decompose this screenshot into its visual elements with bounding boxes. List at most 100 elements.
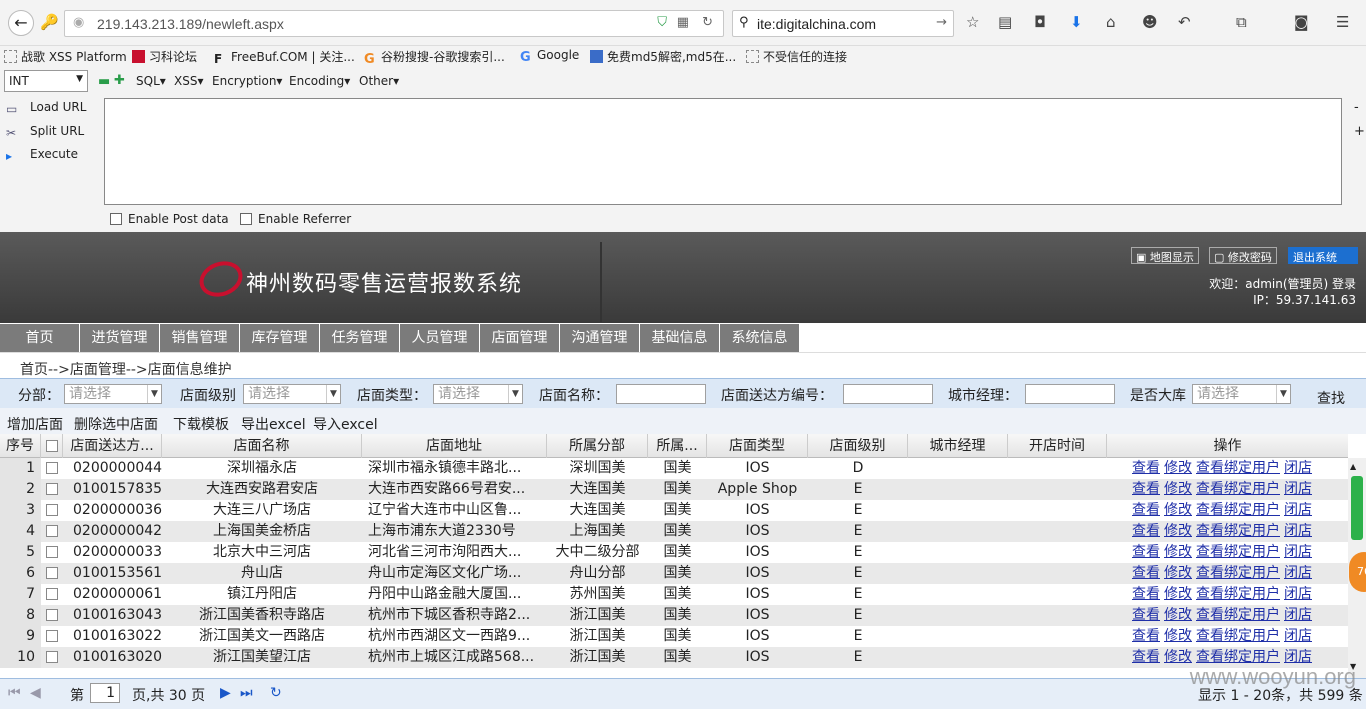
view-link[interactable]: 查看 — [1132, 502, 1160, 518]
col-header[interactable]: 所属分部 — [547, 434, 648, 458]
edit-link[interactable]: 修改 — [1164, 649, 1192, 665]
menu-communication[interactable]: 沟通管理 — [560, 324, 639, 352]
execute-button[interactable]: ▸ Execute — [0, 147, 100, 163]
search-box[interactable]: ⚲ ite:digitalchina.com → — [732, 10, 954, 37]
view-link[interactable]: 查看 — [1132, 628, 1160, 644]
view-link[interactable]: 查看 — [1132, 649, 1160, 665]
table-row[interactable]: 5 0200000033 北京大中三河店 河北省三河市泃阳西大... 大中二级分部 国美 I… — [0, 542, 1348, 563]
notification-badge[interactable]: 76 — [1349, 552, 1366, 592]
qr-icon[interactable]: ▦ — [677, 15, 689, 30]
row-checkbox[interactable] — [41, 521, 63, 542]
edit-link[interactable]: 修改 — [1164, 481, 1192, 497]
view-bound-users-link[interactable]: 查看绑定用户 — [1196, 565, 1280, 581]
menu-staff[interactable]: 人员管理 — [400, 324, 479, 352]
menu-task[interactable]: 任务管理 — [320, 324, 399, 352]
row-checkbox[interactable] — [41, 647, 63, 668]
table-row[interactable]: 9 0100163022 浙江国美文一西路店 杭州市西湖区文一西路9... 浙江国美 国美… — [0, 626, 1348, 647]
scroll-up-icon[interactable]: ▲ — [1350, 462, 1356, 471]
menu-system-info[interactable]: 系统信息 — [720, 324, 799, 352]
table-row[interactable]: 2 0100157835 大连西安路君安店 大连市西安路66号君安... 大连国美 国美 A… — [0, 479, 1348, 500]
row-checkbox[interactable] — [41, 563, 63, 584]
edit-link[interactable]: 修改 — [1164, 544, 1192, 560]
expand-icon[interactable]: + — [1354, 124, 1365, 139]
delete-store-button[interactable]: 删除选中店面 — [74, 414, 158, 434]
bookmark-item[interactable]: F FreeBuf.COM | 关注... — [214, 48, 355, 66]
sql-menu[interactable]: SQL▾ — [136, 74, 166, 88]
prev-page-icon[interactable]: ◀ — [30, 685, 41, 701]
view-bound-users-link[interactable]: 查看绑定用户 — [1196, 523, 1280, 539]
col-header[interactable]: 序号 — [0, 434, 41, 458]
col-header[interactable]: 店面名称 — [162, 434, 362, 458]
view-link[interactable]: 查看 — [1132, 460, 1160, 476]
crop-icon[interactable]: ⧉ — [1236, 13, 1247, 31]
manager-input[interactable] — [1025, 384, 1115, 404]
col-header[interactable]: 店面地址 — [362, 434, 547, 458]
back-button[interactable]: ← — [8, 10, 34, 36]
view-link[interactable]: 查看 — [1132, 481, 1160, 497]
pocket-icon[interactable]: ◘ — [1034, 13, 1046, 31]
undo-icon[interactable]: ↶ — [1178, 13, 1191, 31]
edit-link[interactable]: 修改 — [1164, 460, 1192, 476]
row-checkbox[interactable] — [41, 605, 63, 626]
identity-icon[interactable]: 🔑 — [40, 13, 59, 31]
bookmark-item[interactable]: 免费md5解密,md5在... — [590, 48, 736, 65]
download-icon[interactable]: ⬇ — [1070, 13, 1083, 31]
search-button[interactable]: 查找 — [1317, 388, 1345, 408]
scroll-thumb[interactable] — [1351, 476, 1363, 540]
bookmark-item[interactable]: 战歌 XSS Platform — [4, 48, 127, 65]
refresh-icon[interactable]: ↻ — [270, 685, 282, 701]
bookmark-star-icon[interactable]: ☆ — [966, 13, 979, 31]
col-header[interactable]: 开店时间 — [1008, 434, 1107, 458]
close-store-link[interactable]: 闭店 — [1284, 565, 1312, 581]
row-checkbox[interactable] — [41, 542, 63, 563]
enable-referrer-checkbox[interactable]: Enable Referrer — [240, 212, 351, 226]
plus-icon[interactable]: ✚ — [114, 73, 125, 88]
import-excel-button[interactable]: 导入excel — [313, 414, 378, 434]
download-template-button[interactable]: 下载模板 — [173, 414, 229, 434]
view-bound-users-link[interactable]: 查看绑定用户 — [1196, 628, 1280, 644]
table-row[interactable]: 7 0200000061 镇江丹阳店 丹阳中山路金融大厦国... 苏州国美 国美 IOS E 查… — [0, 584, 1348, 605]
type-select[interactable]: 请选择 ▼ — [433, 384, 523, 404]
name-input[interactable] — [616, 384, 706, 404]
table-row[interactable]: 10 0100163020 浙江国美望江店 杭州市上城区江成路568... 浙江国美 国美… — [0, 647, 1348, 668]
row-checkbox[interactable] — [41, 500, 63, 521]
bookmark-item[interactable]: 不受信任的连接 — [746, 48, 847, 65]
table-row[interactable]: 4 0200000042 上海国美金桥店 上海市浦东大道2330号 上海国美 国美 IOS E… — [0, 521, 1348, 542]
view-link[interactable]: 查看 — [1132, 523, 1160, 539]
map-button[interactable]: ▣ 地图显示 — [1131, 247, 1199, 264]
edit-link[interactable]: 修改 — [1164, 607, 1192, 623]
page-input[interactable]: 1 — [90, 683, 120, 703]
row-checkbox[interactable] — [41, 479, 63, 500]
row-checkbox[interactable] — [41, 626, 63, 647]
col-header[interactable]: 所属... — [648, 434, 707, 458]
menu-purchase[interactable]: 进货管理 — [80, 324, 159, 352]
view-bound-users-link[interactable]: 查看绑定用户 — [1196, 460, 1280, 476]
col-header[interactable]: 操作 — [1107, 434, 1348, 458]
menu-basic-info[interactable]: 基础信息 — [640, 324, 719, 352]
emoji-icon[interactable]: ☻ — [1142, 13, 1158, 31]
view-bound-users-link[interactable]: 查看绑定用户 — [1196, 481, 1280, 497]
menu-home[interactable]: 首页 — [0, 324, 79, 352]
close-store-link[interactable]: 闭店 — [1284, 502, 1312, 518]
close-store-link[interactable]: 闭店 — [1284, 649, 1312, 665]
close-store-link[interactable]: 闭店 — [1284, 460, 1312, 476]
col-header[interactable]: 店面送达方... — [63, 434, 162, 458]
menu-inventory[interactable]: 库存管理 — [240, 324, 319, 352]
export-excel-button[interactable]: 导出excel — [241, 414, 306, 434]
level-select[interactable]: 请选择 ▼ — [243, 384, 341, 404]
col-header[interactable]: 店面类型 — [707, 434, 808, 458]
view-link[interactable]: 查看 — [1132, 586, 1160, 602]
encryption-menu[interactable]: Encryption▾ — [212, 74, 282, 88]
view-link[interactable]: 查看 — [1132, 607, 1160, 623]
close-store-link[interactable]: 闭店 — [1284, 607, 1312, 623]
home-icon[interactable]: ⌂ — [1106, 13, 1116, 31]
reading-list-icon[interactable]: ▤ — [998, 13, 1012, 31]
close-store-link[interactable]: 闭店 — [1284, 628, 1312, 644]
col-header[interactable]: 店面级别 — [808, 434, 908, 458]
table-row[interactable]: 1 0200000044 深圳福永店 深圳市福永镇德丰路北... 深圳国美 国美 IOS D 查… — [0, 458, 1348, 479]
add-store-button[interactable]: 增加店面 — [7, 414, 63, 434]
chat-icon[interactable]: ◙ — [1294, 13, 1309, 31]
view-link[interactable]: 查看 — [1132, 544, 1160, 560]
menu-icon[interactable]: ☰ — [1336, 13, 1349, 31]
code-input[interactable] — [843, 384, 933, 404]
